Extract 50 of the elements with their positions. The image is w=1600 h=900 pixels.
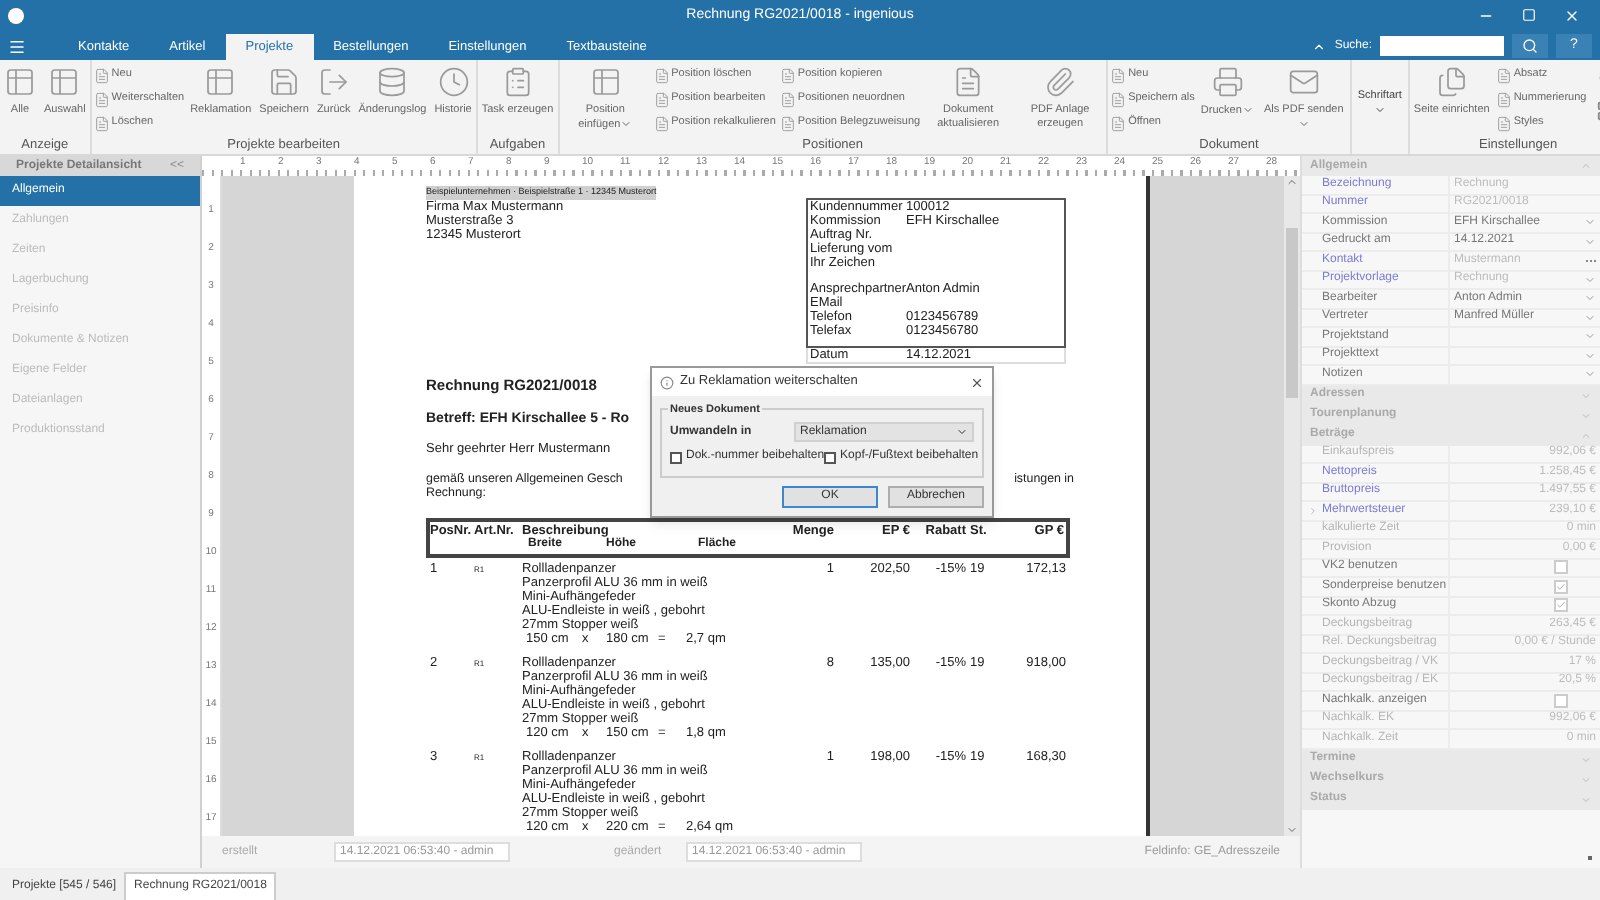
table-icon [589, 66, 622, 98]
vertical-scrollbar[interactable] [1284, 176, 1300, 836]
caret-icon [956, 426, 968, 438]
table-icon [204, 66, 237, 98]
document-icon [1110, 115, 1127, 131]
document-icon [1495, 67, 1512, 83]
database-icon [376, 66, 409, 98]
collapse-ribbon-icon[interactable] [1312, 39, 1327, 53]
checkbox[interactable] [1554, 560, 1568, 575]
document-icon [1110, 67, 1127, 83]
document-icon [779, 91, 796, 107]
document-icon [93, 115, 110, 131]
scroll-up-icon[interactable] [1286, 176, 1298, 188]
scroll-down-icon[interactable] [1286, 824, 1298, 836]
printer-icon [1211, 66, 1244, 98]
document-icon [952, 66, 985, 98]
maximize-icon[interactable] [1522, 8, 1536, 22]
document-icon [779, 115, 796, 131]
checkbox[interactable] [1554, 693, 1568, 708]
menu-icon[interactable] [8, 38, 26, 56]
search-button[interactable] [1512, 34, 1548, 58]
document-icon [779, 67, 796, 83]
clock-icon [437, 66, 470, 98]
search-field[interactable] [1380, 36, 1504, 56]
expand-icon[interactable] [1307, 505, 1317, 516]
table-icon [48, 66, 81, 98]
exit-icon [317, 66, 350, 98]
document-icon [93, 67, 110, 83]
table-icon [4, 66, 36, 98]
document-icon [653, 67, 670, 83]
document-icon [653, 115, 670, 131]
document-icon [1495, 91, 1512, 107]
info-icon [660, 375, 674, 389]
close-icon[interactable] [970, 375, 984, 389]
checkbox[interactable] [1554, 579, 1568, 594]
clipboard-icon [501, 66, 534, 98]
caret-icon [620, 118, 633, 130]
document-icon [653, 91, 670, 107]
app-logo-icon [8, 8, 24, 24]
checkbox[interactable] [1554, 598, 1568, 613]
envelope-icon [1287, 66, 1320, 98]
paperclip-icon [1044, 66, 1077, 98]
document-icon [1110, 91, 1127, 107]
caret-icon [1373, 104, 1386, 117]
document-icon [1495, 115, 1512, 131]
pages-icon [1435, 66, 1468, 98]
caret-icon [1241, 104, 1254, 116]
document-icon [93, 91, 110, 107]
search-icon [1522, 38, 1538, 54]
caret-icon [1297, 118, 1310, 130]
